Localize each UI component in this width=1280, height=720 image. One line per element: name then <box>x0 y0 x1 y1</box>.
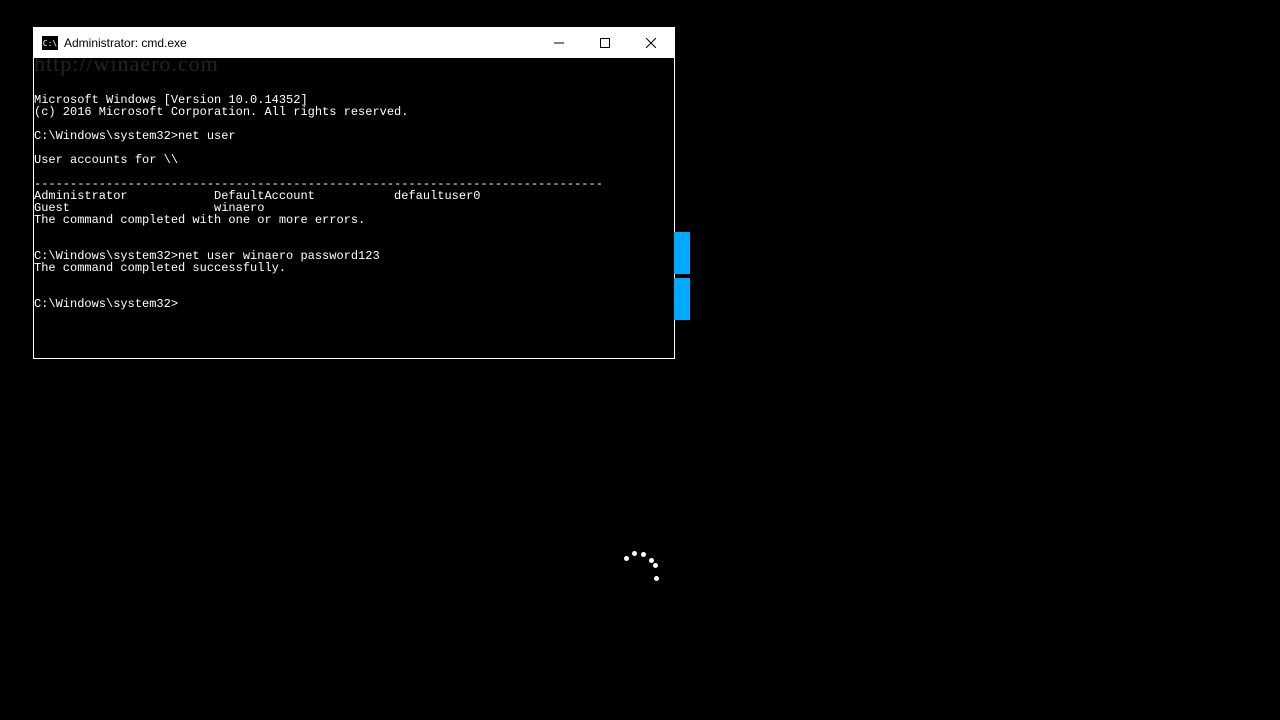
minimize-icon <box>554 38 564 48</box>
spinner-dot-icon <box>641 552 646 557</box>
loading-spinner <box>620 548 660 588</box>
selection-bar-top <box>674 232 690 274</box>
minimize-button[interactable] <box>536 28 582 58</box>
close-button[interactable] <box>628 28 674 58</box>
selection-bar-bottom <box>674 278 690 320</box>
console-output: Microsoft Windows [Version 10.0.14352] (… <box>34 94 674 310</box>
console-area[interactable]: http://winaero.com Microsoft Windows [Ve… <box>34 58 674 358</box>
maximize-button[interactable] <box>582 28 628 58</box>
spinner-dot-icon <box>653 563 658 568</box>
spinner-dot-icon <box>654 576 659 581</box>
close-icon <box>646 38 656 48</box>
spinner-dot-icon <box>632 551 637 556</box>
titlebar[interactable]: C:\ Administrator: cmd.exe <box>34 28 674 58</box>
spinner-dot-icon <box>649 558 654 563</box>
watermark-text: http://winaero.com <box>34 58 219 70</box>
cmd-icon: C:\ <box>42 36 58 50</box>
maximize-icon <box>600 38 610 48</box>
window-title: Administrator: cmd.exe <box>64 36 187 50</box>
cmd-window: C:\ Administrator: cmd.exe http://winaer… <box>33 27 675 359</box>
spinner-dot-icon <box>624 556 629 561</box>
